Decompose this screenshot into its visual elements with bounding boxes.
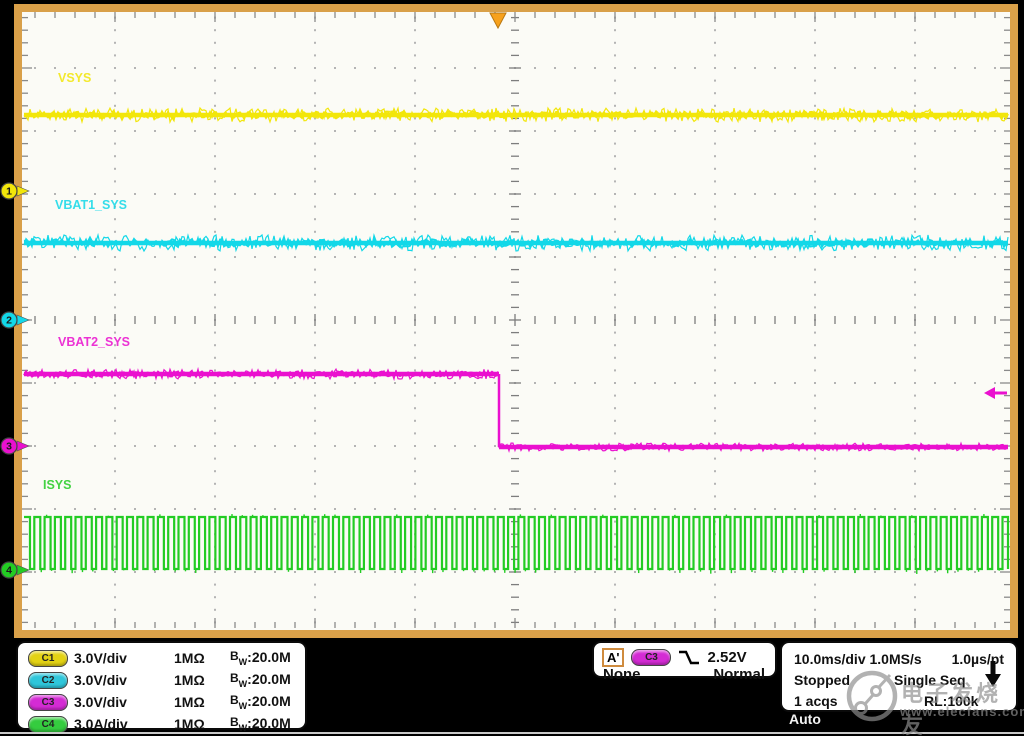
ch4-trace-label: ISYS [43, 478, 72, 492]
ch2-scale: 3.0V/div [74, 672, 174, 688]
trigger-source-row: A' C3 2.52V [594, 643, 775, 667]
ch1-settings-row[interactable]: C1 3.0V/div 1MΩ BW:20.0M [18, 647, 305, 669]
watermark-logo-icon [843, 658, 901, 730]
svg-text:1: 1 [6, 186, 12, 198]
trigger-a-label: A' [602, 648, 624, 667]
falling-edge-icon [678, 649, 700, 666]
ch2-bandwidth: BW:20.0M [230, 671, 305, 689]
oscilloscope-screen: { "render": { "frame": {"x0":15,"y0":5,"… [0, 0, 1024, 736]
ch3-bandwidth: BW:20.0M [230, 693, 305, 711]
watermark-site-url: www.elecfans.com [900, 704, 1024, 719]
vertical-settings-panel: C1 3.0V/div 1MΩ BW:20.0M C2 3.0V/div 1MΩ… [16, 641, 307, 730]
trigger-level-value: 2.52V [707, 649, 746, 666]
trigger-readout-panel[interactable]: A' C3 2.52V None Normal [592, 641, 777, 678]
holdoff-mode-label: Auto [789, 711, 821, 727]
ch4-badge[interactable]: C4 [28, 716, 68, 733]
ch3-scale: 3.0V/div [74, 694, 174, 710]
svg-text:4: 4 [6, 565, 12, 577]
ch3-settings-row[interactable]: C3 3.0V/div 1MΩ BW:20.0M [18, 691, 305, 713]
ch1-trace-label: VSYS [58, 71, 91, 85]
ch4-impedance: 1MΩ [174, 716, 230, 732]
ch2-impedance: 1MΩ [174, 672, 230, 688]
ch3-trace-label: VBAT2_SYS [58, 335, 130, 349]
ch4-scale: 3.0A/div [74, 716, 174, 732]
ch3-impedance: 1MΩ [174, 694, 230, 710]
ch1-bandwidth: BW:20.0M [230, 649, 305, 667]
ch4-bandwidth: BW:20.0M [230, 715, 305, 733]
trigger-mode-right: Normal [713, 666, 765, 683]
trigger-source-badge[interactable]: C3 [631, 649, 671, 666]
ch2-trace-label: VBAT1_SYS [55, 198, 127, 212]
trigger-mode-row: None Normal [594, 666, 775, 683]
waveform-display: 1 2 3 4 VSYS VBAT1_SYS VBAT2_SYS ISYS [0, 0, 1024, 648]
trigger-mode-left: None [603, 666, 641, 683]
svg-text:3: 3 [6, 441, 12, 453]
ch2-settings-row[interactable]: C2 3.0V/div 1MΩ BW:20.0M [18, 669, 305, 691]
ch3-badge[interactable]: C3 [28, 694, 68, 711]
ch1-impedance: 1MΩ [174, 650, 230, 666]
watermark: 电子发烧友 www.elecfans.com [843, 652, 1024, 736]
ch1-scale: 3.0V/div [74, 650, 174, 666]
ch1-badge[interactable]: C1 [28, 650, 68, 667]
svg-text:2: 2 [6, 315, 12, 327]
ch2-badge[interactable]: C2 [28, 672, 68, 689]
